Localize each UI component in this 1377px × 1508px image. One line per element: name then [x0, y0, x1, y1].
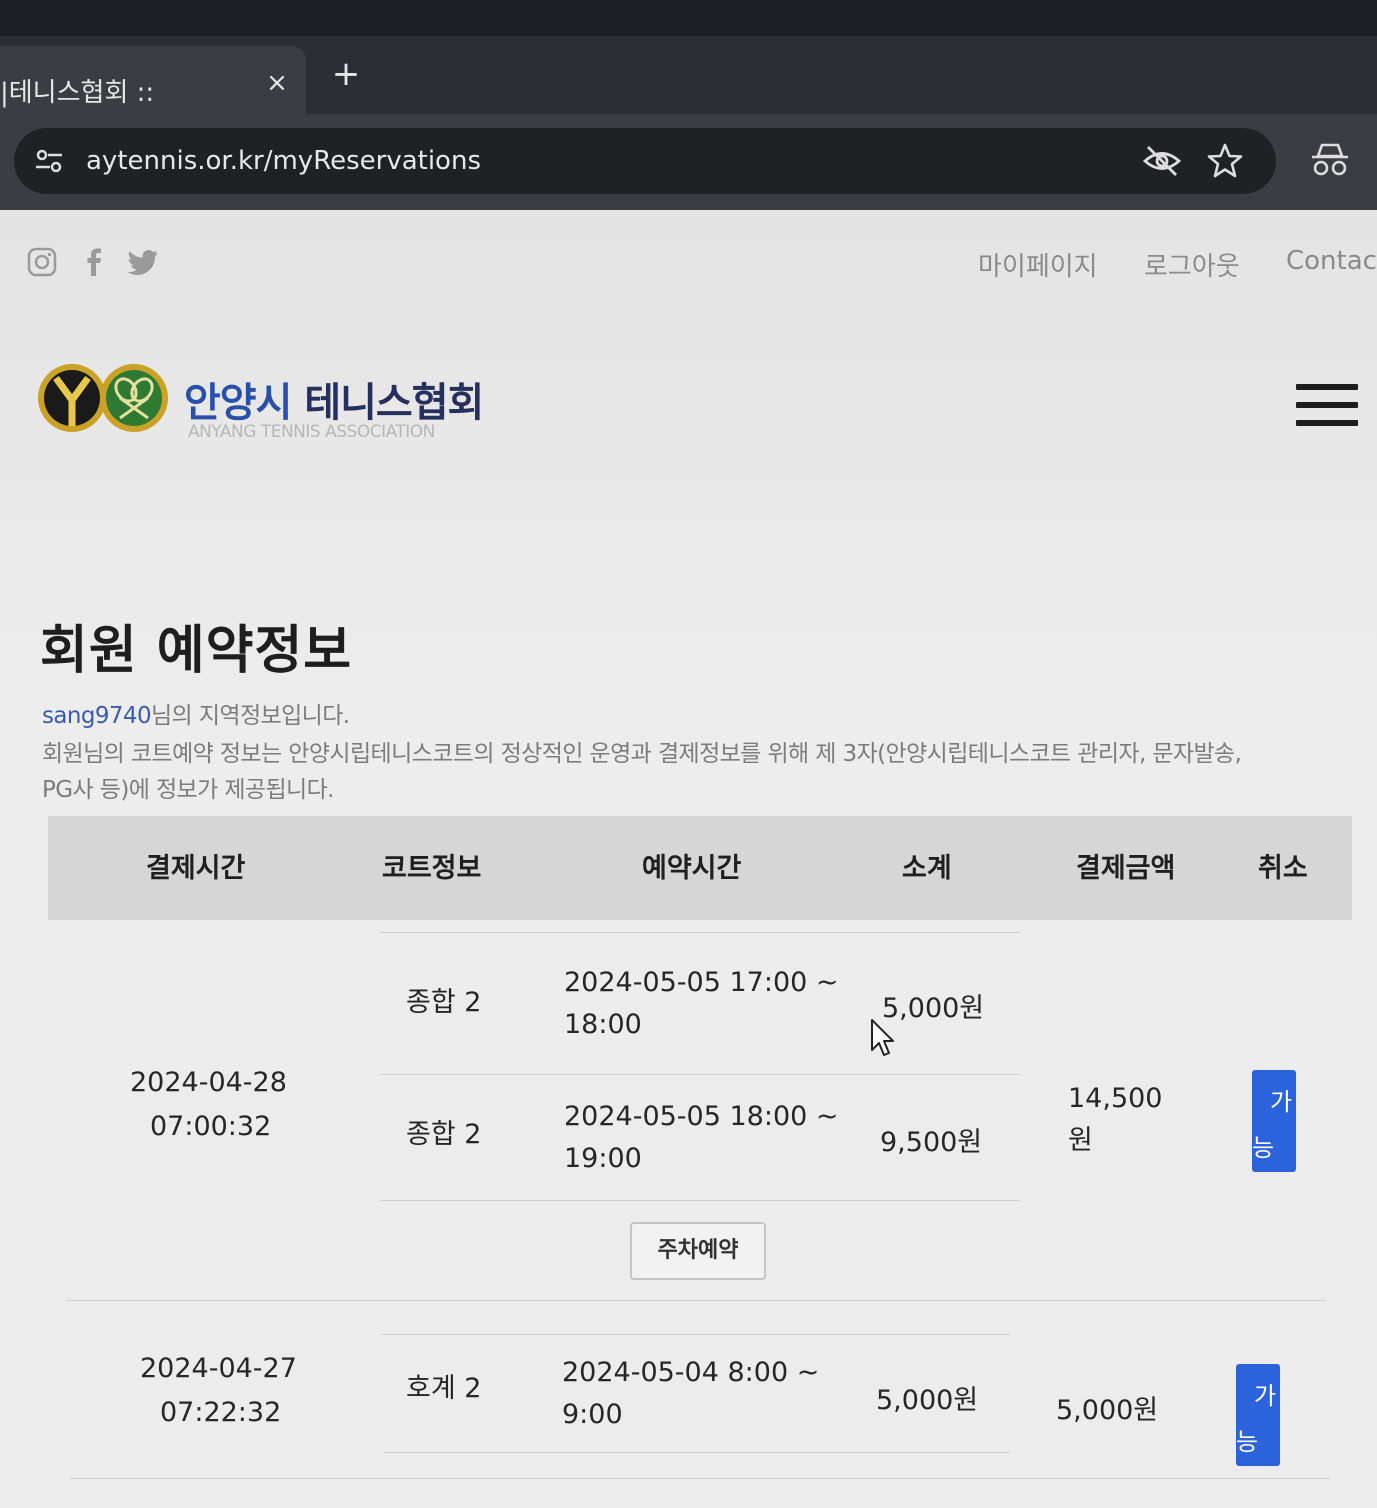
row-divider	[380, 1334, 1010, 1335]
row-divider	[384, 1452, 1010, 1453]
order-2-item-1-subtotal: 5,000원	[876, 1385, 979, 1416]
order-2-total-amount: 5,000원	[1056, 1395, 1159, 1426]
order-1-item-2-time-start: 2024-05-05 18:00 ~	[564, 1101, 839, 1132]
url-text[interactable]: aytennis.or.kr/myReservations	[86, 146, 481, 176]
tab-bar: |테니스협회 :: × +	[0, 36, 1377, 114]
order-1-item-2-time-end: 19:00	[564, 1143, 642, 1174]
instagram-icon[interactable]	[26, 246, 58, 278]
browser-tab[interactable]: |테니스협회 :: ×	[0, 46, 306, 114]
header-cancel: 취소	[1258, 853, 1308, 884]
order-1-item-1-time-start: 2024-05-05 17:00 ~	[564, 967, 839, 998]
order-1-cancel-button[interactable]: 가 능	[1252, 1070, 1296, 1172]
site-settings-icon[interactable]	[34, 148, 64, 174]
parking-reservation-button[interactable]: 주차예약	[630, 1222, 766, 1280]
order-1-cancel-label-1: 가	[1270, 1088, 1293, 1116]
order-2-cancel-label-2: 능	[1236, 1428, 1259, 1456]
header-payment-amount: 결제금액	[1076, 853, 1176, 884]
tab-title: |테니스협회 ::	[0, 78, 155, 108]
order-2-item-1-court: 호계 2	[406, 1373, 482, 1404]
header-reservation-time: 예약시간	[642, 853, 742, 884]
omnibox[interactable]: aytennis.or.kr/myReservations	[14, 128, 1276, 194]
header-subtotal: 소계	[902, 853, 952, 884]
username: sang9740	[42, 703, 152, 729]
hamburger-menu-icon[interactable]	[1296, 384, 1358, 428]
row-divider	[380, 1200, 1020, 1201]
privacy-notice-line-2: PG사 등)에 정보가 제공됩니다.	[42, 777, 334, 803]
header-court-info: 코트정보	[382, 853, 482, 884]
order-1-item-2-court: 종합 2	[406, 1119, 482, 1150]
row-divider	[380, 1074, 1020, 1075]
order-1-pay-date: 2024-04-28	[130, 1067, 287, 1098]
order-2-cancel-label-1: 가	[1254, 1382, 1277, 1410]
incognito-icon[interactable]	[1310, 140, 1350, 180]
order-2-item-1-time-end: 9:00	[562, 1399, 623, 1430]
header-payment-time: 결제시간	[146, 853, 246, 884]
close-tab-icon[interactable]: ×	[262, 68, 292, 98]
logout-link[interactable]: 로그아웃	[1144, 246, 1240, 283]
privacy-notice-line-1: 회원님의 코트예약 정보는 안양시립테니스코트의 정상적인 운영과 결제정보를 …	[42, 741, 1242, 767]
web-page: 마이페이지 로그아웃 Contact 안양시 테니스협회 ANYANG TENN…	[0, 210, 1377, 1508]
logo-title[interactable]: 안양시 테니스협회	[184, 370, 484, 428]
bookmark-star-icon[interactable]	[1206, 142, 1244, 180]
logo-subtitle: ANYANG TENNIS ASSOCIATION	[188, 422, 435, 442]
address-bar-area: aytennis.or.kr/myReservations	[0, 114, 1377, 210]
logo-title-rest: 테니스협회	[291, 380, 484, 426]
order-1-pay-time: 07:00:32	[150, 1111, 272, 1142]
new-tab-button[interactable]: +	[328, 54, 364, 94]
order-1-item-1-court: 종합 2	[406, 987, 482, 1018]
order-2-pay-date: 2024-04-27	[140, 1353, 297, 1384]
order-2-item-1-time-start: 2024-05-04 8:00 ~	[562, 1357, 820, 1388]
order-1-total-amount: 14,500	[1068, 1083, 1163, 1114]
row-divider	[380, 932, 1020, 933]
order-1-item-1-subtotal: 5,000원	[882, 993, 985, 1024]
contact-link[interactable]: Contact	[1286, 246, 1377, 276]
order-2-pay-time: 07:22:32	[160, 1397, 282, 1428]
order-2-cancel-button[interactable]: 가 능	[1236, 1364, 1280, 1466]
window-top-strip	[0, 0, 1377, 36]
order-1-cancel-label-2: 능	[1252, 1134, 1275, 1162]
eye-off-icon[interactable]	[1142, 144, 1182, 178]
twitter-icon[interactable]	[128, 246, 160, 278]
order-1-item-1-time-end: 18:00	[564, 1009, 642, 1040]
order-divider	[66, 1300, 1326, 1301]
logo-title-city: 안양시	[184, 380, 292, 426]
order-divider	[70, 1478, 1330, 1479]
mouse-cursor-icon	[871, 1019, 894, 1056]
facebook-icon[interactable]	[78, 246, 110, 278]
mypage-link[interactable]: 마이페이지	[978, 246, 1098, 283]
page-title: 회원 예약정보	[40, 621, 353, 681]
table-header: 결제시간 코트정보 예약시간 소계 결제금액 취소	[48, 816, 1352, 920]
intro-suffix: 님의 지역정보입니다.	[151, 703, 350, 729]
intro-line: sang9740님의 지역정보입니다.	[42, 696, 350, 730]
association-logo-emblem[interactable]	[36, 348, 170, 448]
order-1-total-unit: 원	[1068, 1125, 1093, 1156]
order-1-item-2-subtotal: 9,500원	[880, 1127, 983, 1158]
